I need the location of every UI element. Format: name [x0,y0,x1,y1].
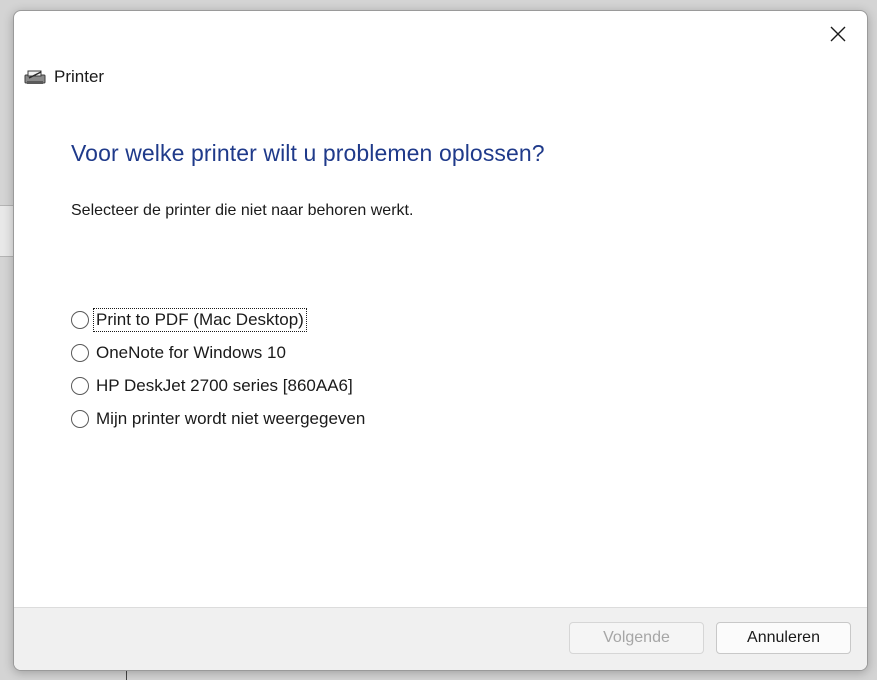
printer-option-label: OneNote for Windows 10 [96,342,286,362]
printer-option-print-to-pdf[interactable]: Print to PDF (Mac Desktop) [71,303,571,336]
printer-icon [24,68,46,86]
printer-option-label: Print to PDF (Mac Desktop) [93,307,307,332]
next-button[interactable]: Volgende [569,622,704,654]
radio-button[interactable] [71,310,89,329]
page-instruction: Selecteer de printer die niet naar behor… [71,202,414,219]
close-button[interactable] [823,21,853,51]
window-title: Printer [54,67,105,86]
dialog-footer: Volgende Annuleren [14,607,867,670]
troubleshooter-dialog: Printer Voor welke printer wilt u proble… [13,10,868,671]
printer-option-hp-deskjet[interactable]: HP DeskJet 2700 series [860AA6] [71,369,571,402]
printer-option-label: HP DeskJet 2700 series [860AA6] [96,375,353,395]
printer-option-label: Mijn printer wordt niet weergegeven [96,408,366,428]
radio-button[interactable] [71,409,89,428]
printer-option-onenote[interactable]: OneNote for Windows 10 [71,336,571,369]
cancel-button[interactable]: Annuleren [716,622,851,654]
radio-button[interactable] [71,343,89,362]
page-heading: Voor welke printer wilt u problemen oplo… [71,140,545,166]
close-icon [830,26,846,47]
window-title-bar: Printer [24,67,104,87]
printer-option-not-listed[interactable]: Mijn printer wordt niet weergegeven [71,402,571,435]
radio-button[interactable] [71,376,89,395]
printer-options: Print to PDF (Mac Desktop) OneNote for W… [71,303,571,435]
